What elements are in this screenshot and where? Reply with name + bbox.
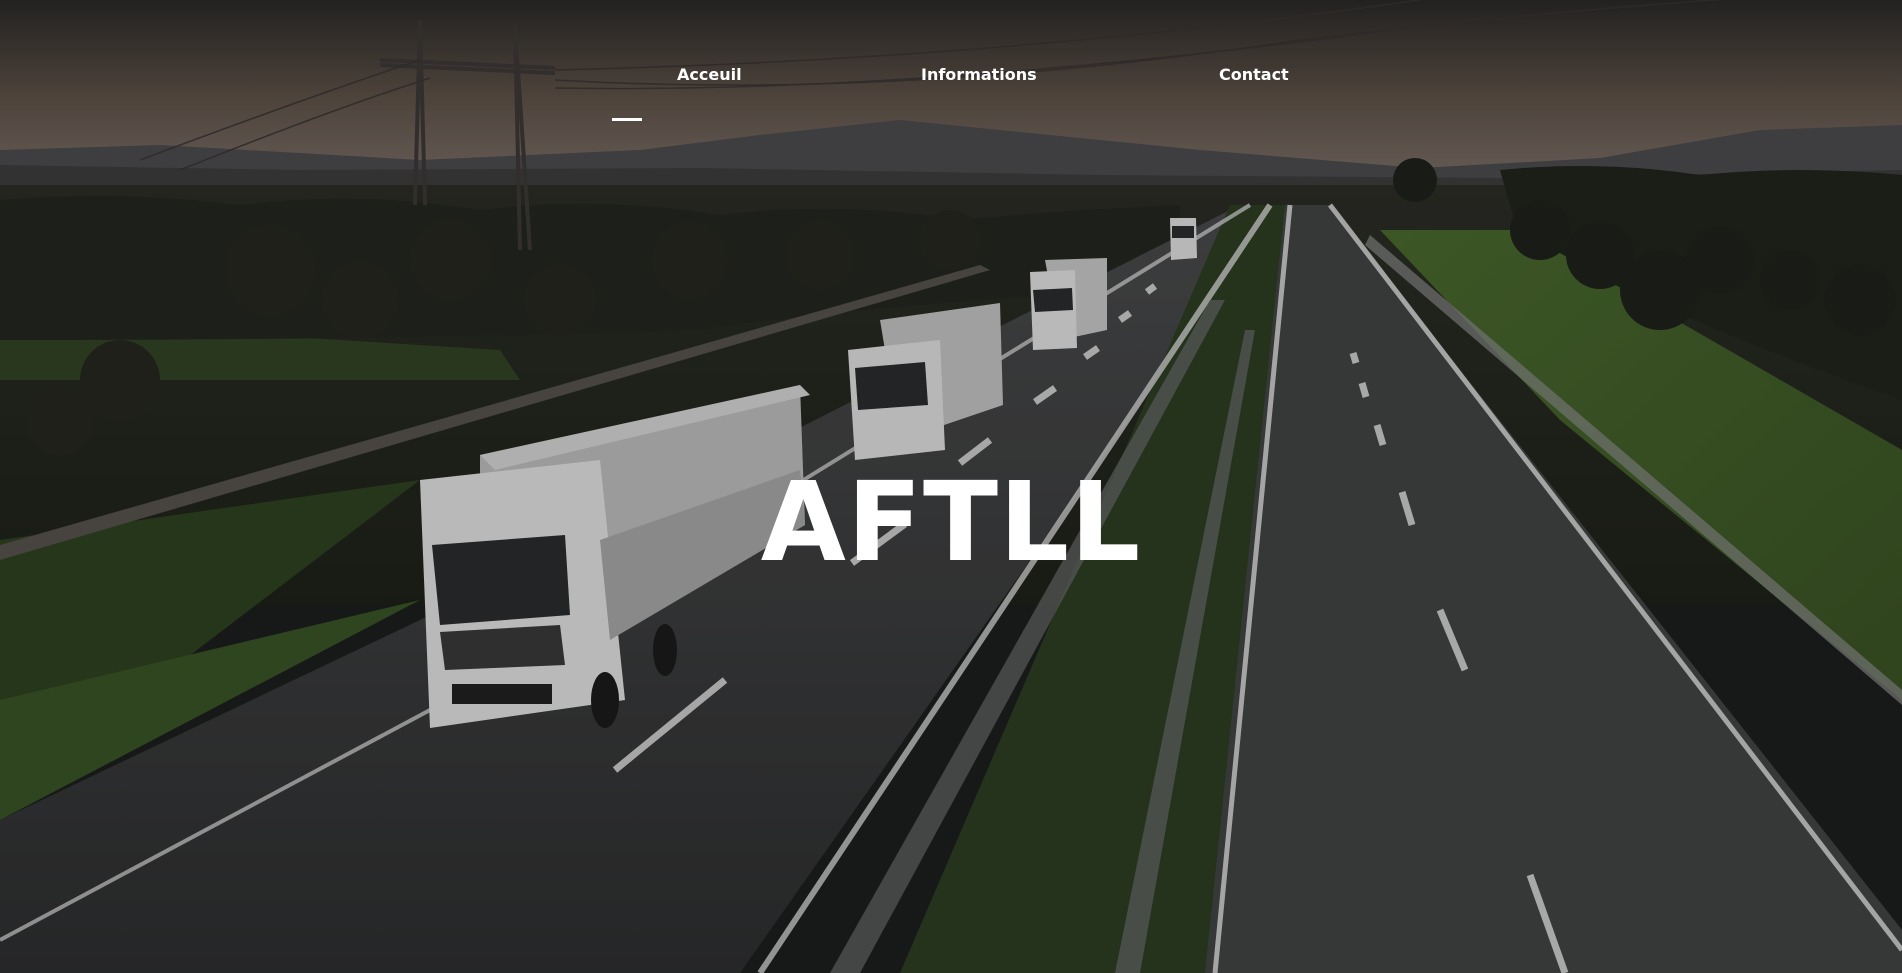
nav-item-informations[interactable]: Informations — [921, 65, 1037, 84]
hero-section: Acceuil Informations Contact AFTLL — [0, 0, 1902, 973]
nav-item-contact[interactable]: Contact — [1219, 65, 1289, 84]
main-navigation: Acceuil Informations Contact — [0, 60, 1902, 130]
active-nav-indicator — [612, 118, 642, 121]
nav-item-acceuil[interactable]: Acceuil — [677, 65, 742, 84]
hero-title: AFTLL — [760, 457, 1142, 586]
